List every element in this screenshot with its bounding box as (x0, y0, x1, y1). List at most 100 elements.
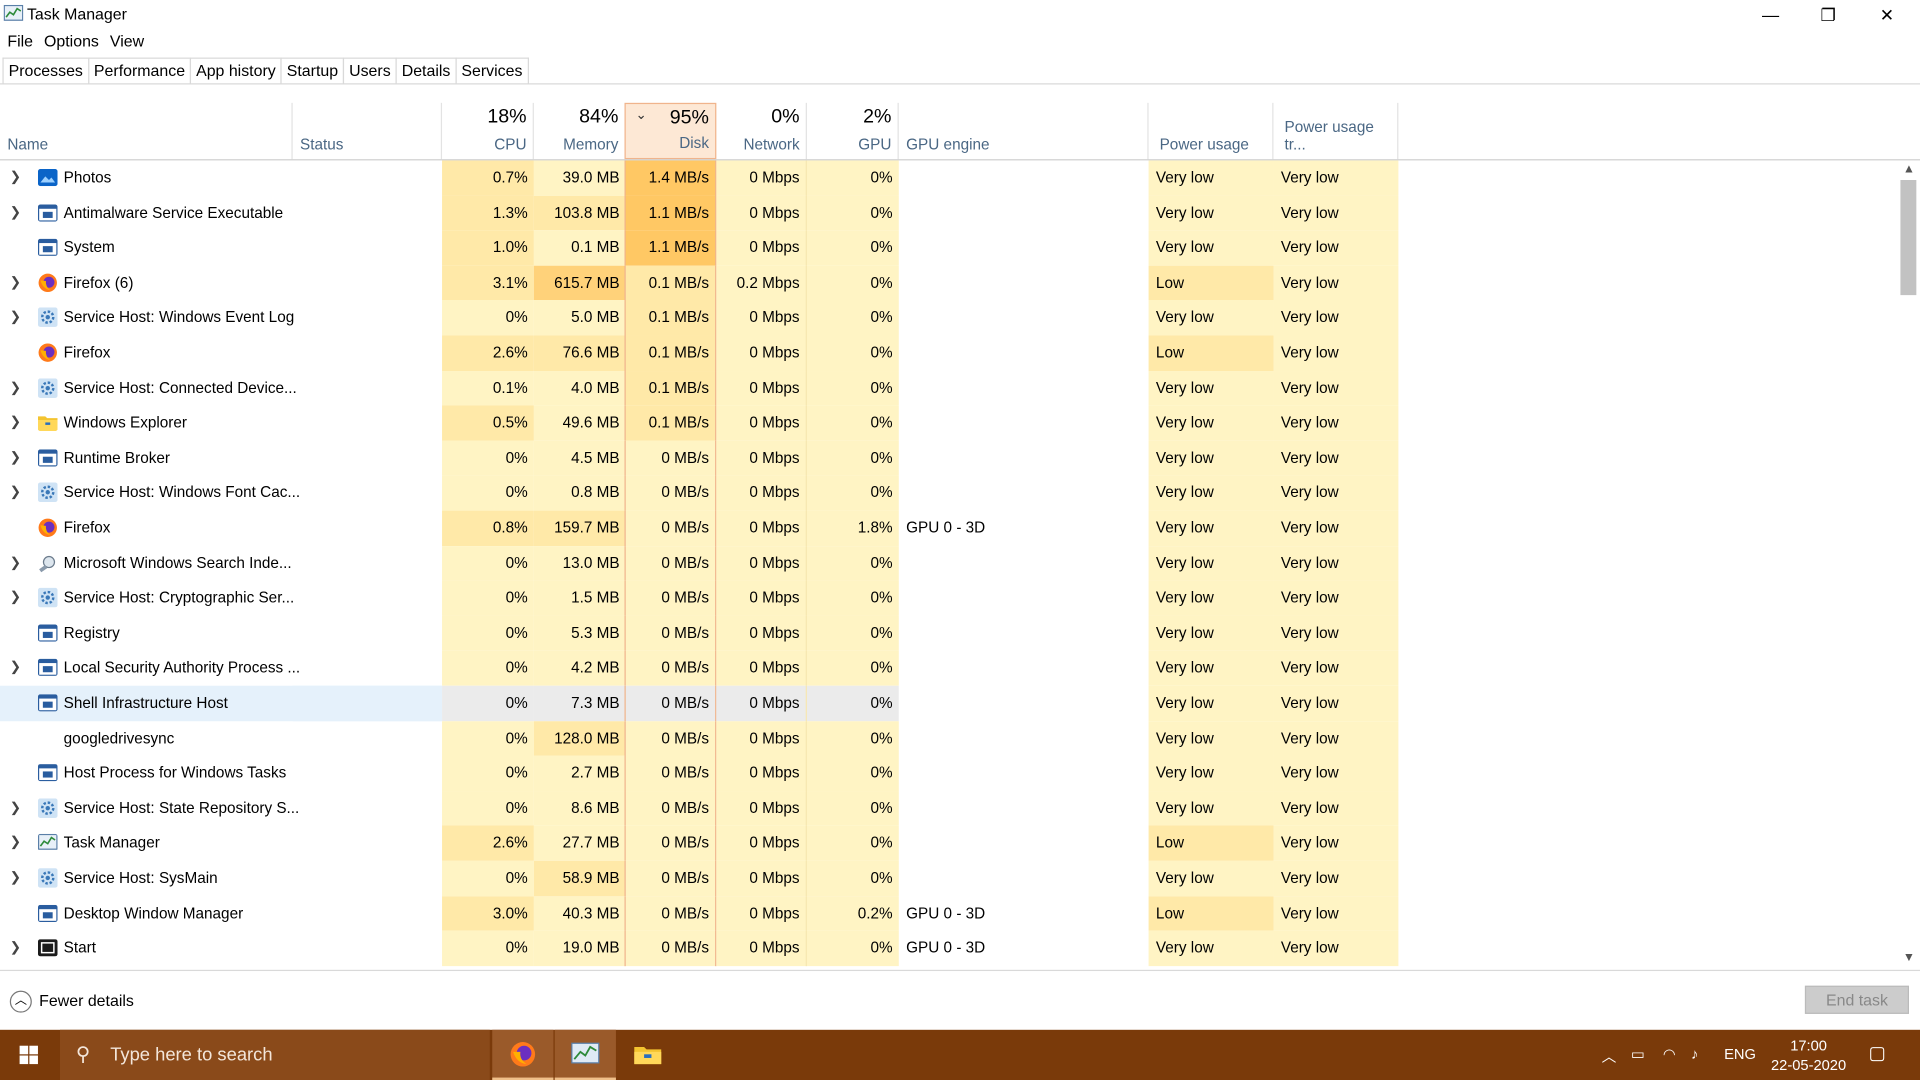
process-row[interactable]: Registry 0% 5.3 MB 0 MB/s 0 Mbps 0% Very low Ve… (0, 615, 1896, 651)
process-row[interactable]: Firefox 0.8% 159.7 MB 0 MB/s 0 Mbps 1.8% GPU 0… (0, 510, 1896, 546)
taskbar-task-manager[interactable] (554, 1029, 616, 1080)
scroll-down-icon[interactable]: ▼ (1903, 951, 1915, 964)
taskbar-firefox[interactable] (492, 1029, 554, 1080)
action-center-icon[interactable]: ▢ (1869, 1042, 1886, 1064)
close-button[interactable]: ✕ (1859, 0, 1915, 29)
chevron-right-icon[interactable]: ❯ (10, 406, 21, 440)
process-row[interactable]: ❯ Service Host: Connected Device... 0.1% 4.… (0, 370, 1896, 406)
menu-view[interactable]: View (103, 31, 148, 53)
app-window-icon (37, 449, 58, 467)
chevron-right-icon[interactable]: ❯ (10, 160, 21, 194)
process-cpu-value: 0% (442, 545, 534, 581)
taskbar-search-box[interactable]: ⚲ Type here to search (60, 1029, 490, 1080)
process-row[interactable]: ❯ Service Host: State Repository S... 0% 8.… (0, 790, 1896, 826)
column-header-disk[interactable]: ⌄ 95% Disk (624, 102, 717, 160)
process-row[interactable]: Firefox 2.6% 76.6 MB 0.1 MB/s 0 Mbps 0% Low Ver… (0, 335, 1896, 371)
chevron-right-icon[interactable]: ❯ (10, 791, 21, 825)
start-app-icon (37, 939, 58, 957)
vertical-scrollbar[interactable]: ▲ ▼ (1897, 160, 1920, 968)
chevron-right-icon[interactable]: ❯ (10, 476, 21, 510)
chevron-right-icon[interactable]: ❯ (10, 931, 21, 965)
end-task-button[interactable]: End task (1804, 985, 1909, 1014)
process-row[interactable]: ❯ Service Host: Windows Event Log 0% 5.0 MB… (0, 300, 1896, 336)
tab-services[interactable]: Services (455, 57, 529, 85)
process-power-usage-value: Low (1148, 825, 1274, 861)
process-mem-value: 615.7 MB (533, 265, 626, 301)
process-row[interactable]: ❯ Service Host: Windows Font Cac... 0% 0.8 … (0, 475, 1896, 511)
process-power-trend-value: Very low (1273, 405, 1399, 441)
process-row[interactable]: Desktop Window Manager 3.0% 40.3 MB 0 MB/s 0… (0, 895, 1896, 931)
column-header-status[interactable]: Status (293, 102, 443, 160)
tab-users[interactable]: Users (342, 57, 397, 85)
process-row[interactable]: ❯ Runtime Broker 0% 4.5 MB 0 MB/s 0 Mbps 0% Ver… (0, 440, 1896, 476)
battery-icon[interactable]: ▭ (1631, 1046, 1645, 1063)
column-header-power-usage[interactable]: Power usage (1149, 102, 1274, 160)
tab-app-history[interactable]: App history (189, 57, 282, 85)
chevron-right-icon[interactable]: ❯ (10, 581, 21, 615)
process-gpu-engine-value (899, 546, 1149, 581)
process-gpu-engine-value (899, 826, 1149, 861)
menu-options[interactable]: Options (37, 31, 103, 53)
tab-details[interactable]: Details (395, 57, 457, 85)
menu-file[interactable]: File (0, 31, 37, 53)
process-cpu-value: 0% (442, 720, 534, 756)
wifi-icon[interactable]: ◠ (1663, 1046, 1676, 1063)
process-row[interactable]: ❯ Service Host: SysMain 0% 58.9 MB 0 MB/s 0 M… (0, 860, 1896, 896)
chevron-right-icon[interactable]: ❯ (10, 371, 21, 405)
process-row[interactable]: ❯ Photos 0.7% 39.0 MB 1.4 MB/s 0 Mbps 0% Very l… (0, 160, 1896, 196)
chevron-right-icon[interactable]: ❯ (10, 861, 21, 895)
process-power-trend-value: Very low (1273, 510, 1399, 546)
column-header-cpu[interactable]: 18% CPU (442, 102, 534, 160)
taskbar-file-explorer[interactable] (617, 1030, 678, 1080)
process-row[interactable]: ❯ Task Manager 2.6% 27.7 MB 0 MB/s 0 Mbps 0% Lo… (0, 825, 1896, 861)
process-row[interactable]: Shell Infrastructure Host 0% 7.3 MB 0 MB/s 0… (0, 685, 1896, 721)
tab-performance[interactable]: Performance (87, 57, 192, 85)
process-row[interactable]: ❯ Firefox (6) 3.1% 615.7 MB 0.1 MB/s 0.2 Mbps… (0, 265, 1896, 301)
fewer-details-button[interactable]: ︿ Fewer details (9, 990, 134, 1013)
process-gpu-engine-value (899, 756, 1149, 791)
process-row[interactable]: Host Process for Windows Tasks 0% 2.7 MB 0 … (0, 755, 1896, 791)
tray-chevron-up-icon[interactable]: ︿ (1602, 1046, 1617, 1067)
column-header-name[interactable]: Name (0, 102, 293, 160)
column-header-memory[interactable]: 84% Memory (534, 102, 626, 160)
process-row[interactable]: ❯ Start 0% 19.0 MB 0 MB/s 0 Mbps 0% GPU 0 - 3D V… (0, 930, 1896, 966)
restore-button[interactable]: ❐ (1800, 0, 1856, 29)
tab-processes[interactable]: Processes (2, 57, 90, 85)
column-header-power-trend[interactable]: Power usage tr... (1273, 102, 1399, 160)
process-row[interactable]: googledrivesync 0% 128.0 MB 0 MB/s 0 Mbps 0% V… (0, 720, 1896, 756)
process-status-cell (293, 230, 442, 265)
windows-start-icon[interactable] (0, 1030, 59, 1080)
minimize-button[interactable]: — (1742, 0, 1798, 29)
process-gpu-engine-value: GPU 0 - 3D (906, 519, 986, 537)
column-header-gpu[interactable]: 2% GPU (807, 102, 899, 160)
process-name: Runtime Broker (63, 449, 171, 467)
chevron-right-icon[interactable]: ❯ (10, 300, 21, 334)
chevron-right-icon[interactable]: ❯ (10, 195, 21, 229)
process-mem-value: 58.9 MB (533, 860, 626, 896)
column-header-network[interactable]: 0% Network (716, 102, 807, 160)
process-row[interactable]: ❯ Windows Explorer 0.5% 49.6 MB 0.1 MB/s 0 Mb… (0, 405, 1896, 441)
header-status-label: Status (300, 135, 344, 154)
process-row[interactable]: ❯ Service Host: Cryptographic Ser... 0% 1.5… (0, 580, 1896, 616)
column-header-gpu-engine[interactable]: GPU engine (899, 102, 1149, 160)
scrollbar-thumb[interactable] (1900, 180, 1917, 296)
process-disk-value: 0.1 MB/s (624, 335, 717, 371)
chevron-right-icon[interactable]: ❯ (10, 651, 21, 685)
scroll-up-icon[interactable]: ▲ (1903, 163, 1915, 176)
chevron-right-icon[interactable]: ❯ (10, 826, 21, 860)
language-indicator[interactable]: ENG (1724, 1046, 1756, 1063)
process-row[interactable]: ❯ Local Security Authority Process ... 0% 4… (0, 650, 1896, 686)
chevron-right-icon[interactable]: ❯ (10, 265, 21, 299)
chevron-right-icon[interactable]: ❯ (10, 441, 21, 475)
process-row[interactable]: ❯ Antimalware Service Executable 1.3% 103.8… (0, 195, 1896, 231)
process-net-value: 0 Mbps (716, 475, 807, 511)
taskbar-clock[interactable]: 17:00 22-05-2020 (1765, 1036, 1853, 1075)
process-row[interactable]: ❯ Microsoft Windows Search Inde... 0% 13.0 … (0, 545, 1896, 581)
tab-startup[interactable]: Startup (280, 57, 345, 85)
process-status-cell (293, 616, 442, 651)
process-net-value: 0 Mbps (716, 930, 807, 966)
chevron-right-icon[interactable]: ❯ (10, 546, 21, 580)
process-status-cell (293, 756, 442, 791)
volume-icon[interactable]: ♪ (1691, 1046, 1698, 1063)
process-row[interactable]: System 1.0% 0.1 MB 1.1 MB/s 0 Mbps 0% Very low… (0, 230, 1896, 266)
